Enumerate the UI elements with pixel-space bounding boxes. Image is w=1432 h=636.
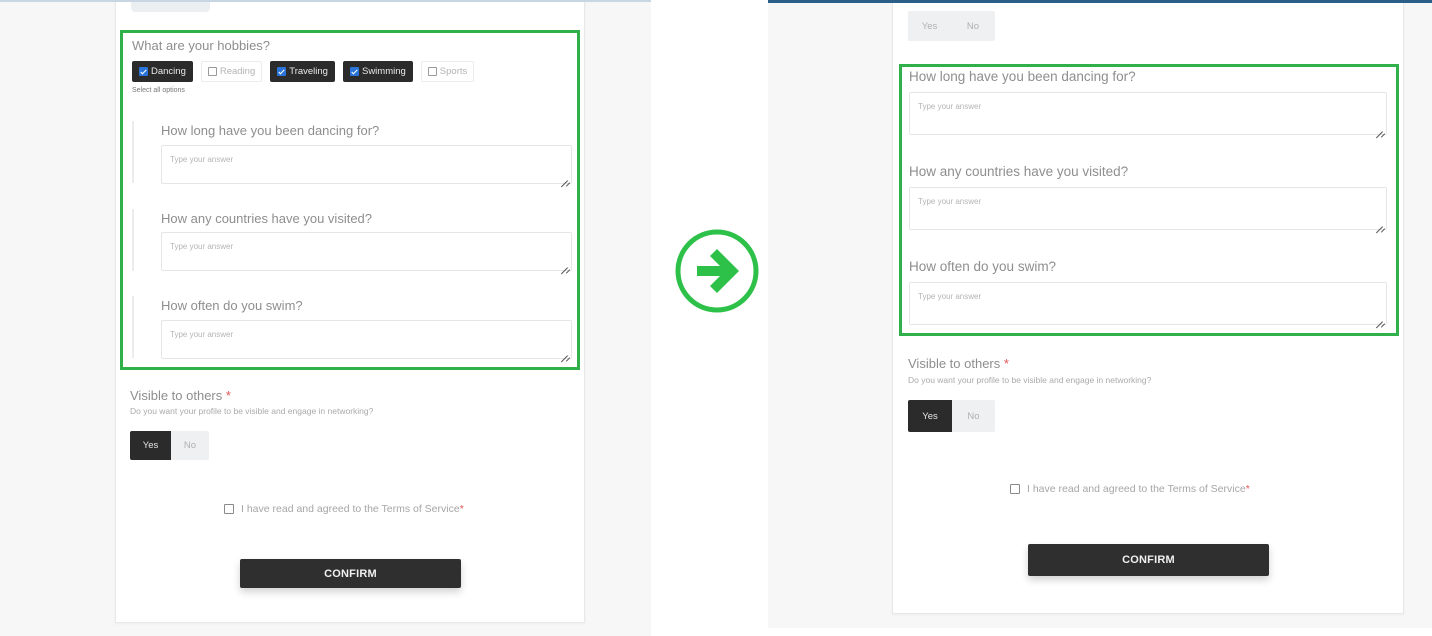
comparison-stage: What are your hobbies? Dancing Reading T… [0,0,1432,636]
visible-section: Visible to others * Do you want your pro… [130,388,373,460]
hobby-label: Dancing [151,66,186,77]
visible-yes-button[interactable]: Yes [908,400,952,432]
checkbox-checked-icon [277,67,287,76]
hobby-label: Traveling [289,66,328,77]
checkbox-icon [427,67,437,76]
hobby-label: Sports [439,66,468,77]
highlight-box: What are your hobbies? Dancing Reading T… [120,30,580,370]
answer-placeholder: Type your answer [170,242,234,251]
answer-placeholder: Type your answer [918,292,982,301]
confirm-button[interactable]: CONFIRM [240,559,461,588]
hobby-label: Swimming [361,66,406,77]
hobbies-question: What are your hobbies? [132,38,271,53]
nested-indicator-bar [132,296,134,358]
hobby-option-dancing[interactable]: Dancing [132,61,193,82]
answer-textarea[interactable]: Type your answer [909,92,1387,135]
checkbox-checked-icon [139,67,148,76]
answer-placeholder: Type your answer [918,102,982,111]
form-card: What are your hobbies? Dancing Reading T… [115,2,585,623]
resize-handle-icon[interactable] [560,348,568,356]
checkbox-checked-icon [349,67,359,76]
terms-row[interactable]: I have read and agreed to the Terms of S… [1010,483,1250,495]
nested-indicator-bar [132,121,134,183]
resize-handle-icon[interactable] [560,260,568,268]
terms-label: I have read and agreed to the Terms of S… [1027,483,1250,495]
followup-question: How any countries have you visited? [161,211,373,226]
resize-handle-icon[interactable] [560,173,568,181]
hobby-label: Reading [219,66,256,77]
answer-placeholder: Type your answer [170,330,234,339]
form-card: Yes No How long have you been dancing fo… [892,3,1404,614]
followup-question: How often do you swim? [161,298,303,313]
terms-checkbox[interactable] [1010,484,1020,494]
nested-indicator-bar [132,209,134,271]
confirm-button[interactable]: CONFIRM [1028,544,1269,576]
visible-no-button[interactable]: No [952,400,995,432]
after-screenshot: Yes No How long have you been dancing fo… [768,0,1432,628]
terms-row[interactable]: I have read and agreed to the Terms of S… [224,503,464,515]
hobby-option-swimming[interactable]: Swimming [342,61,413,82]
followup-question: How any countries have you visited? [909,164,1129,179]
followup-dancing: How long have you been dancing for? Type… [909,69,1389,135]
hobbies-options: Dancing Reading Traveling Swimming Sport… [132,61,475,82]
required-marker: * [1245,483,1250,495]
answer-textarea[interactable]: Type your answer [909,187,1387,230]
previous-control-stub [131,2,210,12]
arrow-right-circle-icon [673,227,761,315]
answer-textarea[interactable]: Type your answer [161,320,572,359]
followup-countries: How any countries have you visited? Type… [909,164,1389,230]
terms-label-text: I have read and agreed to the Terms of S… [241,503,460,515]
resize-handle-icon[interactable] [1375,219,1383,227]
answer-textarea[interactable]: Type your answer [161,145,572,184]
visible-label-text: Visible to others [908,356,1001,371]
visible-toggle: Yes No [130,431,209,460]
previous-no-button[interactable]: No [951,11,995,41]
visible-label: Visible to others * [130,388,373,403]
terms-label: I have read and agreed to the Terms of S… [241,503,464,515]
required-marker: * [225,388,231,403]
visible-hint: Do you want your profile to be visible a… [130,406,374,416]
before-screenshot: What are your hobbies? Dancing Reading T… [0,0,651,636]
visible-label-text: Visible to others [130,388,223,403]
hobbies-hint: Select all options [132,87,185,94]
previous-toggle: Yes No [908,11,995,41]
hobby-option-sports[interactable]: Sports [420,61,475,82]
visible-toggle: Yes No [908,400,995,432]
answer-placeholder: Type your answer [918,197,982,206]
required-marker: * [1003,356,1009,371]
visible-yes-button[interactable]: Yes [130,431,171,460]
followup-question: How long have you been dancing for? [909,69,1136,84]
required-marker: * [459,503,464,515]
previous-yes-button[interactable]: Yes [908,11,951,41]
followup-swimming: How often do you swim? Type your answer [909,259,1389,325]
followup-question: How often do you swim? [909,259,1057,274]
hobby-option-reading[interactable]: Reading [200,61,263,82]
checkbox-icon [207,67,217,76]
terms-checkbox[interactable] [224,504,234,514]
highlight-box: How long have you been dancing for? Type… [899,64,1399,336]
resize-handle-icon[interactable] [1375,314,1383,322]
terms-label-text: I have read and agreed to the Terms of S… [1027,483,1246,495]
hobby-option-traveling[interactable]: Traveling [270,61,335,82]
followup-question: How long have you been dancing for? [161,123,380,138]
resize-handle-icon[interactable] [1375,124,1383,132]
answer-textarea[interactable]: Type your answer [909,282,1387,325]
visible-label: Visible to others * [908,356,1151,371]
visible-hint: Do you want your profile to be visible a… [908,375,1152,385]
visible-no-button[interactable]: No [171,431,209,460]
answer-placeholder: Type your answer [170,155,234,164]
visible-section: Visible to others * Do you want your pro… [908,356,1151,432]
answer-textarea[interactable]: Type your answer [161,232,572,271]
